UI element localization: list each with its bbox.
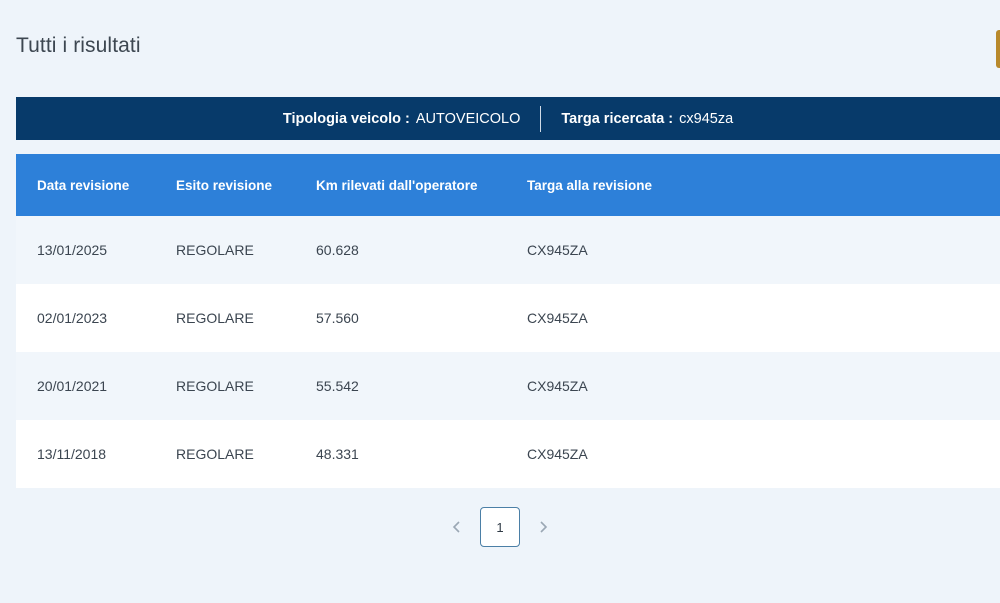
cell-outcome: REGOLARE bbox=[176, 216, 316, 284]
search-summary-bar: Tipologia veicolo : AUTOVEICOLO Targa ri… bbox=[16, 97, 1000, 140]
table-row: 02/01/2023 REGOLARE 57.560 CX945ZA bbox=[16, 284, 1000, 352]
vehicle-type-value: AUTOVEICOLO bbox=[415, 110, 521, 127]
searched-plate-value: cx945za bbox=[679, 110, 734, 127]
cell-km: 60.628 bbox=[316, 216, 527, 284]
page-title: Tutti i risultati bbox=[16, 34, 141, 57]
table-header-row: Data revisione Esito revisione Km rileva… bbox=[16, 154, 1000, 216]
chevron-right-icon bbox=[540, 521, 548, 533]
pagination: 1 bbox=[437, 507, 563, 547]
table-row: 20/01/2021 REGOLARE 55.542 CX945ZA bbox=[16, 352, 1000, 420]
results-table: Data revisione Esito revisione Km rileva… bbox=[16, 154, 1000, 488]
header-data-revisione: Data revisione bbox=[16, 154, 176, 216]
cell-plate: CX945ZA bbox=[527, 216, 1000, 284]
header-km-rilevati: Km rilevati dall'operatore bbox=[316, 154, 527, 216]
cell-date: 02/01/2023 bbox=[16, 284, 176, 352]
table-row: 13/11/2018 REGOLARE 48.331 CX945ZA bbox=[16, 420, 1000, 488]
action-button[interactable] bbox=[996, 30, 1000, 68]
cell-plate: CX945ZA bbox=[527, 284, 1000, 352]
prev-page-button[interactable] bbox=[437, 507, 477, 547]
next-page-button[interactable] bbox=[523, 507, 563, 547]
cell-date: 13/11/2018 bbox=[16, 420, 176, 488]
cell-outcome: REGOLARE bbox=[176, 352, 316, 420]
vehicle-type-label: Tipologia veicolo : bbox=[282, 110, 410, 127]
cell-km: 57.560 bbox=[316, 284, 527, 352]
cell-date: 20/01/2021 bbox=[16, 352, 176, 420]
cell-date: 13/01/2025 bbox=[16, 216, 176, 284]
cell-outcome: REGOLARE bbox=[176, 284, 316, 352]
header-esito-revisione: Esito revisione bbox=[176, 154, 316, 216]
page-number-button[interactable]: 1 bbox=[480, 507, 520, 547]
cell-km: 48.331 bbox=[316, 420, 527, 488]
header-targa-revisione: Targa alla revisione bbox=[527, 154, 1000, 216]
cell-plate: CX945ZA bbox=[527, 420, 1000, 488]
cell-outcome: REGOLARE bbox=[176, 420, 316, 488]
chevron-left-icon bbox=[452, 521, 460, 533]
searched-plate-label: Targa ricercata : bbox=[561, 110, 674, 127]
summary-divider bbox=[540, 105, 542, 132]
table-row: 13/01/2025 REGOLARE 60.628 CX945ZA bbox=[16, 216, 1000, 284]
cell-plate: CX945ZA bbox=[527, 352, 1000, 420]
cell-km: 55.542 bbox=[316, 352, 527, 420]
